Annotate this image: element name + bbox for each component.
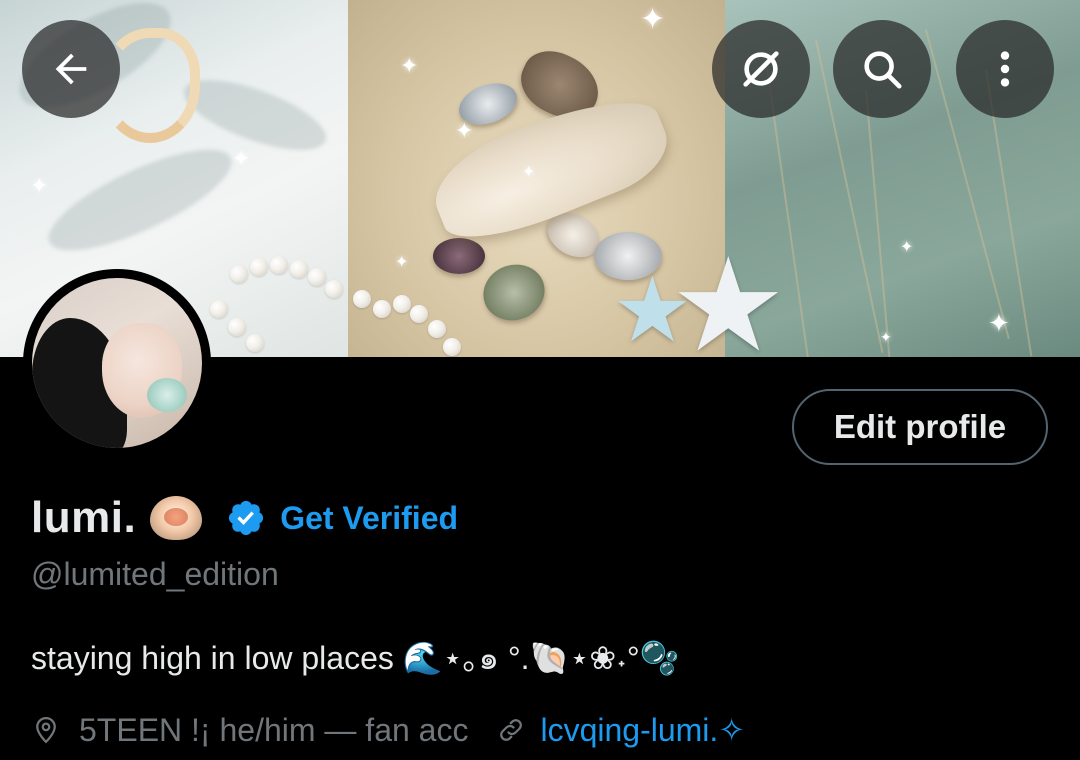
avatar[interactable] <box>23 269 211 457</box>
more-vertical-icon <box>1000 51 1010 87</box>
oyster-emoji-icon <box>150 496 203 540</box>
more-options-button[interactable] <box>956 20 1054 118</box>
verified-badge-icon[interactable] <box>226 498 266 538</box>
arrow-left-icon <box>55 53 87 85</box>
profile-bio: staying high in low places 🌊⋆｡๑ °.🐚⋆❀˖°🫧 <box>31 640 680 676</box>
grok-button[interactable] <box>712 20 810 118</box>
starfish-white: ★ <box>670 232 787 357</box>
grok-icon <box>743 51 779 87</box>
profile-location: 5TEEN !¡ he/him — fan acc <box>79 711 469 748</box>
link-icon <box>500 719 523 741</box>
username-handle: @lumited_edition <box>31 556 279 592</box>
search-icon <box>864 51 902 89</box>
search-button[interactable] <box>833 20 931 118</box>
profile-meta: 5TEEN !¡ he/him — fan acc lcvqing-lumi.✧ <box>31 706 745 754</box>
name-row: lumi. Get Verified <box>31 488 458 548</box>
get-verified-link[interactable]: Get Verified <box>280 500 458 537</box>
avatar-image <box>32 278 202 448</box>
back-button[interactable] <box>22 20 120 118</box>
profile-website-link[interactable]: lcvqing-lumi.✧ <box>540 711 745 749</box>
display-name: lumi. <box>31 493 137 542</box>
location-pin-icon <box>36 716 56 744</box>
edit-profile-button[interactable]: Edit profile <box>792 389 1048 465</box>
profile-page: ★ ★ ✦ ✦ ✦ ✦ ✦ ✦ ✦ ✦ ✦ ✦ Edit profile lum… <box>0 0 1080 760</box>
